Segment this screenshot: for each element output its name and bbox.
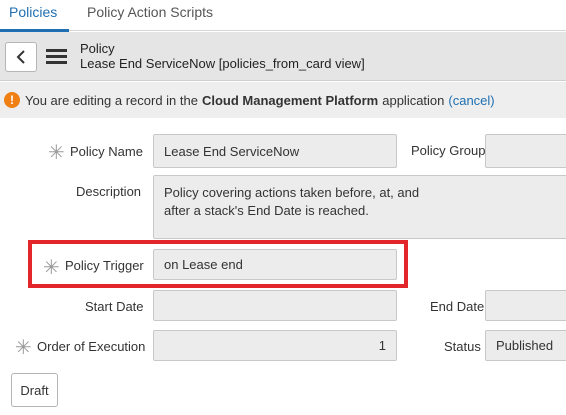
- required-indicator: ✳: [43, 257, 60, 279]
- policy-trigger-field[interactable]: on Lease end: [153, 249, 397, 280]
- end-date-field[interactable]: [485, 290, 566, 321]
- status-label: Status: [444, 339, 481, 354]
- warning-icon: !: [4, 92, 20, 108]
- notice-prefix: You are editing a record in the: [25, 92, 198, 108]
- start-date-field[interactable]: [153, 290, 397, 321]
- record-type-title: Policy: [80, 41, 115, 56]
- draft-button[interactable]: Draft: [11, 373, 58, 407]
- tab-policies[interactable]: Policies: [0, 0, 70, 32]
- notice-suffix: application: [382, 92, 445, 108]
- policy-name-label: Policy Name: [70, 144, 143, 159]
- start-date-label: Start Date: [85, 299, 144, 314]
- order-of-execution-field[interactable]: 1: [153, 330, 397, 361]
- policy-name-field[interactable]: Lease End ServiceNow: [153, 134, 397, 168]
- description-field[interactable]: Policy covering actions taken before, at…: [153, 175, 566, 239]
- scope-notice: ! You are editing a record in the Cloud …: [0, 82, 566, 118]
- required-indicator: ✳: [48, 142, 65, 164]
- order-of-execution-label: Order of Execution: [37, 339, 146, 354]
- back-button[interactable]: [5, 42, 37, 72]
- policy-group-field[interactable]: [485, 134, 566, 168]
- cancel-link[interactable]: (cancel): [448, 93, 494, 108]
- description-label: Description: [76, 184, 142, 199]
- tab-bar: Policies Policy Action Scripts: [0, 0, 566, 32]
- policy-trigger-label: Policy Trigger: [65, 258, 144, 273]
- policy-group-label: Policy Group: [411, 143, 486, 158]
- end-date-label: End Date: [430, 299, 485, 314]
- record-subtitle: Lease End ServiceNow [policies_from_card…: [80, 56, 365, 71]
- hamburger-menu-icon[interactable]: [46, 48, 67, 65]
- notice-app-name: Cloud Management Platform: [201, 92, 379, 108]
- status-field[interactable]: Published: [485, 330, 566, 361]
- form-header: Policy Lease End ServiceNow [policies_fr…: [0, 32, 566, 81]
- tab-policy-action-scripts[interactable]: Policy Action Scripts: [87, 0, 213, 31]
- required-indicator: ✳: [15, 337, 32, 359]
- chevron-left-icon: [16, 50, 25, 64]
